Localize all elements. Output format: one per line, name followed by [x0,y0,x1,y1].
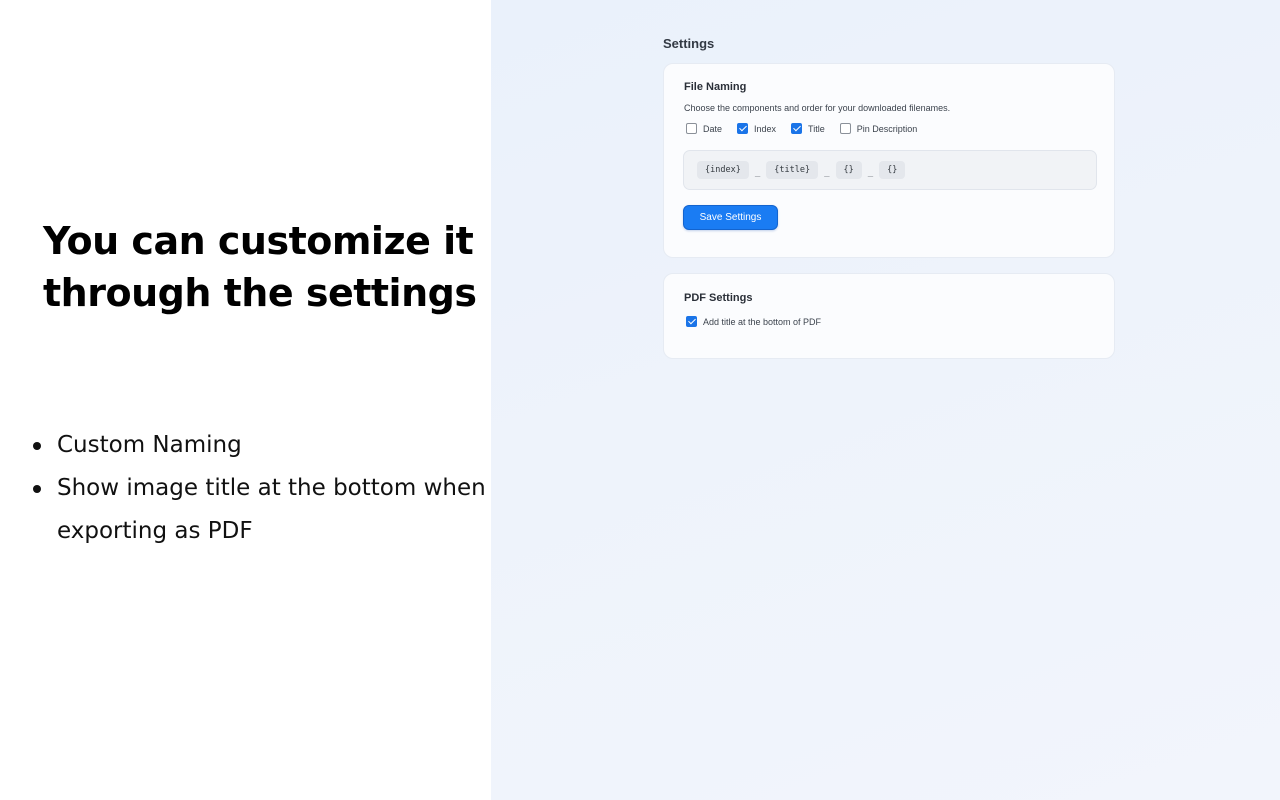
token-empty[interactable]: {} [835,161,862,179]
feature-item-custom-naming: Custom Naming [33,424,487,467]
file-naming-card: File Naming Choose the components and or… [663,63,1115,258]
page-title: Settings [663,36,715,51]
pin-description-checkbox[interactable] [839,123,851,134]
file-naming-description: Choose the components and order for your… [684,103,951,113]
token-separator: _ [754,168,761,178]
token-index[interactable]: {index} [697,161,749,179]
token-separator: _ [824,168,830,178]
feature-item-pdf-title: Show image title at the bottom when expo… [33,467,487,553]
pdf-settings-card: PDF Settings Add title at the bottom of … [663,273,1115,359]
option-date-label: Date [703,123,723,134]
option-title[interactable]: Title [791,123,825,134]
option-pin-description-label: Pin Description [856,123,918,134]
title-checkbox[interactable] [791,123,803,134]
pdf-settings-title: PDF Settings [684,292,753,304]
option-title-label: Title [808,123,825,134]
left-panel: You can customize it through the setting… [0,0,491,800]
date-checkbox[interactable] [686,123,697,134]
option-pin-description[interactable]: Pin Description [839,123,918,134]
option-date[interactable]: Date [686,123,722,134]
pdf-title-option-label: Add title at the bottom of PDF [703,316,822,327]
feature-list: Custom Naming Show image title at the bo… [33,424,487,553]
option-index[interactable]: Index [737,123,776,134]
pdf-title-checkbox[interactable] [686,316,697,327]
save-settings-button[interactable]: Save Settings [683,205,778,230]
index-checkbox[interactable] [737,123,749,134]
filename-pattern: {index} _ {title} _ {} _ {} [683,150,1097,190]
file-naming-title: File Naming [684,81,747,93]
option-index-label: Index [754,123,777,134]
settings-screenshot-panel: Settings File Naming Choose the componen… [491,0,1280,800]
headline: You can customize it through the setting… [43,219,477,315]
naming-options: Date Index Title Pin Description [686,123,932,134]
token-separator: _ [867,168,874,178]
pdf-title-option[interactable]: Add title at the bottom of PDF [686,316,821,327]
token-title[interactable]: {title} [766,161,819,179]
token-empty[interactable]: {} [879,161,906,179]
